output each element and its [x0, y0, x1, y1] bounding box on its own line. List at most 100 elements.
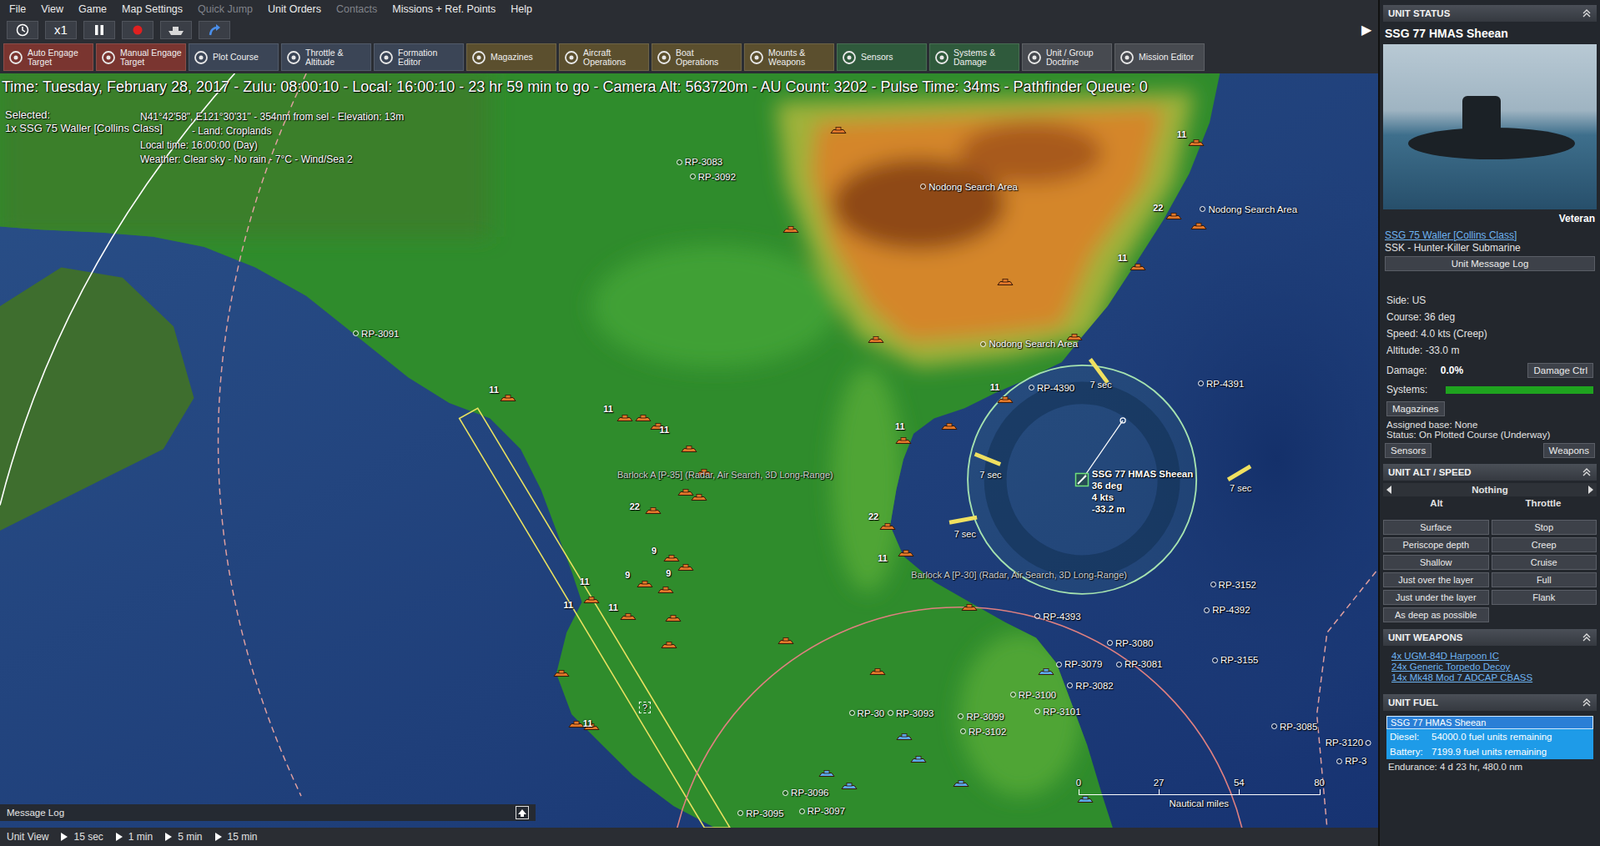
section-header[interactable]: UNIT ALT / SPEED: [1383, 463, 1597, 481]
altitude-button[interactable]: Periscope depth: [1383, 537, 1490, 553]
reference-point[interactable]: RP-3120: [1325, 737, 1372, 748]
reference-point[interactable]: RP-3093: [887, 708, 934, 719]
menu-item[interactable]: Help: [503, 0, 540, 18]
hostile-site-icon[interactable]: [1187, 138, 1205, 148]
throttle-button[interactable]: Full: [1491, 572, 1598, 588]
hostile-site-icon[interactable]: [1165, 211, 1183, 222]
reference-point[interactable]: RP-4392: [1203, 604, 1250, 615]
time-step-button[interactable]: 1 min: [115, 830, 153, 843]
toolbar-button[interactable]: Boat Operations: [651, 43, 742, 71]
hostile-site-icon[interactable]: [568, 719, 585, 730]
hostile-site-icon[interactable]: [879, 522, 896, 532]
hostile-site-icon[interactable]: [680, 444, 698, 454]
hostile-site-icon[interactable]: [553, 669, 570, 679]
weapon-link[interactable]: 24x Generic Torpedo Decoy: [1391, 661, 1589, 672]
section-header[interactable]: UNIT FUEL: [1383, 694, 1597, 711]
hostile-site-icon[interactable]: [777, 636, 795, 646]
reference-point[interactable]: RP-30: [849, 708, 886, 719]
hostile-site-icon[interactable]: [869, 666, 886, 676]
hostile-site-icon[interactable]: [664, 613, 682, 624]
section-header[interactable]: UNIT STATUS: [1383, 5, 1597, 22]
reference-point[interactable]: RP-3102: [960, 726, 1007, 737]
time-step-button[interactable]: 5 min: [164, 830, 202, 843]
menu-item[interactable]: Missions + Ref. Points: [384, 0, 504, 18]
hostile-site-icon[interactable]: [677, 487, 695, 497]
toolbar-button[interactable]: Mission Editor: [1114, 43, 1205, 71]
hostile-site-icon[interactable]: [895, 436, 912, 446]
reference-point[interactable]: RP-3092: [689, 171, 736, 182]
damage-control-button[interactable]: Damage Ctrl: [1527, 362, 1594, 378]
toolbar-button[interactable]: Manual Engage Target: [95, 43, 187, 71]
hostile-site-icon[interactable]: [961, 602, 978, 612]
hostile-site-icon[interactable]: [634, 413, 652, 423]
toolbar-button[interactable]: Mounts & Weapons: [744, 43, 835, 71]
menu-item[interactable]: Map Settings: [114, 0, 191, 18]
hostile-site-icon[interactable]: [897, 548, 915, 558]
left-arrow-icon[interactable]: [1384, 484, 1394, 495]
ship-button[interactable]: [160, 20, 192, 40]
reference-point[interactable]: Nodong Search Area: [980, 338, 1078, 349]
preset-selector[interactable]: Nothing: [1383, 483, 1597, 497]
toolbar-button[interactable]: Plot Course: [188, 43, 279, 71]
altitude-button[interactable]: Surface: [1383, 519, 1490, 535]
throttle-button[interactable]: Flank: [1491, 589, 1598, 605]
jump-button[interactable]: [198, 20, 231, 40]
reference-point[interactable]: RP-3: [1336, 755, 1367, 766]
friendly-ship-icon[interactable]: [1076, 794, 1094, 804]
submarine-icon[interactable]: [1074, 472, 1090, 488]
hostile-site-icon[interactable]: [616, 413, 634, 423]
reference-point[interactable]: RP-4391: [1197, 378, 1244, 389]
hostile-site-icon[interactable]: [499, 392, 517, 403]
hostile-site-icon[interactable]: [644, 505, 662, 515]
reference-point[interactable]: RP-3091: [352, 328, 399, 339]
magazines-button[interactable]: Magazines: [1386, 401, 1445, 417]
throttle-button[interactable]: Stop: [1491, 519, 1598, 535]
hostile-site-icon[interactable]: [660, 639, 678, 650]
record-button[interactable]: [121, 20, 154, 40]
reference-point[interactable]: RP-3096: [782, 787, 829, 798]
reference-point[interactable]: RP-3085: [1271, 721, 1318, 732]
friendly-ship-icon[interactable]: [910, 754, 927, 764]
altitude-button[interactable]: Shallow: [1383, 554, 1490, 570]
toolbar-button[interactable]: Magazines: [466, 43, 557, 71]
clock-button[interactable]: [6, 20, 39, 40]
weapon-link[interactable]: 14x Mk48 Mod 7 ADCAP CBASS: [1391, 672, 1589, 683]
altitude-button[interactable]: Just over the layer: [1383, 572, 1490, 588]
reference-point[interactable]: RP-3099: [957, 711, 1004, 722]
hostile-site-icon[interactable]: [830, 125, 847, 136]
throttle-button[interactable]: Cruise: [1491, 554, 1598, 570]
time-step-button[interactable]: 15 min: [214, 830, 258, 843]
hostile-site-icon[interactable]: [867, 335, 885, 345]
friendly-ship-icon[interactable]: [818, 769, 836, 779]
hostile-site-icon[interactable]: [782, 225, 800, 235]
expand-log-button[interactable]: [515, 805, 529, 820]
reference-point[interactable]: RP-4390: [1028, 382, 1075, 393]
unit-message-log-button[interactable]: Unit Message Log: [1384, 256, 1595, 272]
reference-point[interactable]: RP-3097: [799, 805, 846, 816]
hostile-site-icon[interactable]: [690, 492, 708, 502]
reference-point[interactable]: RP-3155: [1212, 654, 1258, 665]
reference-point[interactable]: RP-3079: [1056, 659, 1102, 670]
altitude-button[interactable]: Just under the layer: [1383, 589, 1490, 605]
weapon-link[interactable]: 4x UGM-84D Harpoon IC: [1391, 650, 1589, 661]
hostile-site-icon[interactable]: [657, 584, 675, 594]
hostile-site-icon[interactable]: [636, 578, 654, 589]
hostile-site-icon[interactable]: [619, 611, 637, 621]
throttle-button[interactable]: Creep: [1491, 537, 1598, 553]
hostile-site-icon[interactable]: [583, 595, 600, 605]
right-arrow-icon[interactable]: [1586, 484, 1595, 495]
speed-button[interactable]: x1: [45, 20, 77, 40]
time-step-button[interactable]: 15 sec: [60, 830, 103, 843]
reference-point[interactable]: Nodong Search Area: [920, 181, 1018, 192]
reference-point[interactable]: Nodong Search Area: [1199, 204, 1298, 215]
menu-item[interactable]: File: [1, 0, 34, 18]
section-header[interactable]: UNIT WEAPONS: [1383, 628, 1597, 646]
reference-point[interactable]: RP-3095: [737, 808, 784, 819]
map[interactable]: 112211111111111122221199911111111RP-3083…: [0, 73, 1379, 828]
friendly-ship-icon[interactable]: [840, 780, 858, 790]
reference-point[interactable]: RP-3100: [1010, 689, 1057, 700]
sensors-button[interactable]: Sensors: [1384, 442, 1432, 458]
hostile-site-icon[interactable]: [1129, 262, 1147, 272]
toolbar-button[interactable]: Aircraft Operations: [558, 43, 650, 71]
reference-point[interactable]: RP-3082: [1066, 680, 1113, 691]
